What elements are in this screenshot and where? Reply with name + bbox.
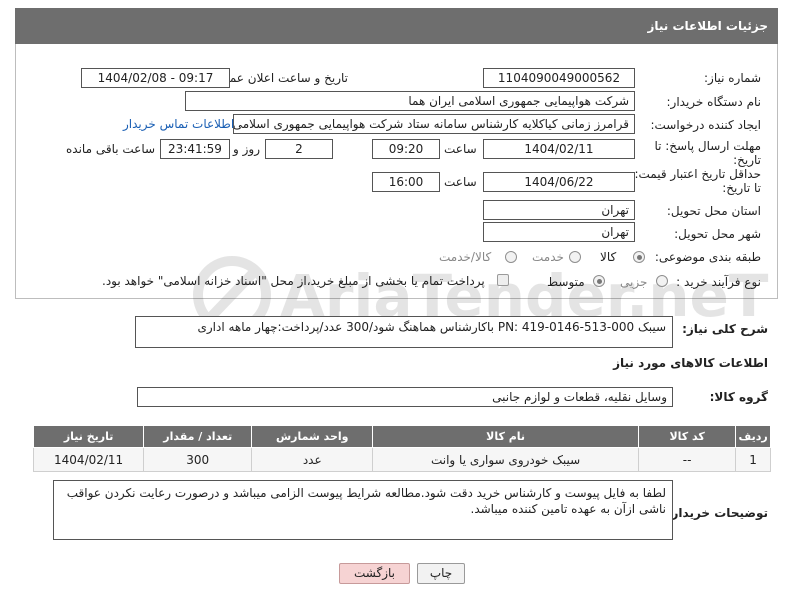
days-label: روز و [233,142,260,156]
col-need-date: تاریخ نیاز [32,425,145,448]
province-field: تهران [483,200,635,220]
remaining-label: ساعت باقی مانده [66,142,156,156]
process-option-minor: جزیی [620,275,648,289]
cell-item-name: سیبک خودروی سواری یا وانت [372,447,639,472]
deadline-time-field: 09:20 [372,139,440,159]
treasury-payment-checkbox[interactable] [497,274,509,286]
deadline-date-field: 1404/02/11 [483,139,635,159]
process-radio-minor[interactable] [656,275,668,287]
category-option-goods: کالا [600,250,617,264]
deadline-label-2: تاریخ: [733,153,761,167]
process-option-medium: متوسط [547,275,585,289]
validity-label-2: تا تاریخ: [722,181,761,195]
announce-field: 1404/02/08 - 09:17 [81,68,230,88]
cell-item-code: -- [637,447,737,472]
goods-group-label: گروه کالا: [709,390,768,404]
col-row-number: ردیف [735,425,771,448]
goods-group-field: وسایل نقلیه، قطعات و لوازم جانبی [137,387,673,407]
print-button[interactable]: چاپ [417,563,465,584]
panel-title: جزئیات اطلاعات نیاز [15,8,778,44]
col-item-name: نام کالا [372,425,639,448]
col-item-code: کد کالا [637,425,737,448]
cell-row-number: 1 [735,447,771,472]
validity-label-1: حداقل تاریخ اعتبار قیمت: [634,167,761,181]
validity-time-field: 16:00 [372,172,440,192]
deadline-time-label: ساعت [444,142,477,156]
validity-time-label: ساعت [444,175,477,189]
col-unit: واحد شمارش [251,425,374,448]
cell-need-date: 1404/02/11 [32,447,145,472]
buyer-contact-link[interactable]: اطلاعات تماس خریدار [123,117,234,131]
category-option-service: خدمت [532,250,564,264]
buyer-notes-textarea[interactable]: لطفا به فایل پیوست و کارشناس خرید دقت شو… [53,480,673,540]
need-number-field: 1104090049000562 [483,68,635,88]
category-radio-both[interactable] [505,251,517,263]
province-label: استان محل تحویل: [666,204,761,218]
category-label: طبقه بندی موضوعی: [654,250,761,264]
col-quantity: تعداد / مقدار [143,425,253,448]
remaining-time-field: 23:41:59 [160,139,230,159]
city-field: تهران [483,222,635,242]
requester-label: ایجاد کننده درخواست: [650,118,761,132]
goods-table: ردیف کد کالا نام کالا واحد شمارش تعداد /… [32,425,771,472]
category-radio-goods[interactable] [633,251,645,263]
need-number-label: شماره نیاز: [704,71,761,85]
description-textarea[interactable]: سیبک PN: 419-0146-513-000 باکارشناس هماه… [135,316,673,348]
buyer-field: شرکت هواپیمایی جمهوری اسلامی ایران هما [185,91,635,111]
days-field: 2 [265,139,333,159]
description-label: شرح کلی نیاز: [682,322,768,336]
validity-date-field: 1404/06/22 [483,172,635,192]
goods-section-title: اطلاعات کالاهای مورد نیاز [613,356,768,370]
treasury-payment-note: پرداخت تمام یا بخشی از مبلغ خرید،از محل … [102,274,485,288]
buyer-label: نام دستگاه خریدار: [666,95,762,109]
city-label: شهر محل تحویل: [674,227,761,241]
category-option-both: کالا/خدمت [439,250,492,264]
buyer-notes-label: توضیحات خریدار: [666,506,768,520]
category-radio-service[interactable] [569,251,581,263]
back-button[interactable]: بازگشت [339,563,410,584]
table-row: 1 -- سیبک خودروی سواری یا وانت عدد 300 1… [32,447,771,472]
goods-table-header: ردیف کد کالا نام کالا واحد شمارش تعداد /… [32,425,771,448]
cell-quantity: 300 [143,447,253,472]
deadline-label-1: مهلت ارسال پاسخ: تا [654,139,761,153]
process-label: نوع فرآیند خرید : [676,275,761,289]
requester-field: قرامرز زمانی کیاکلایه کارشناس سامانه ستا… [233,114,635,134]
cell-unit: عدد [251,447,374,472]
process-radio-medium[interactable] [593,275,605,287]
